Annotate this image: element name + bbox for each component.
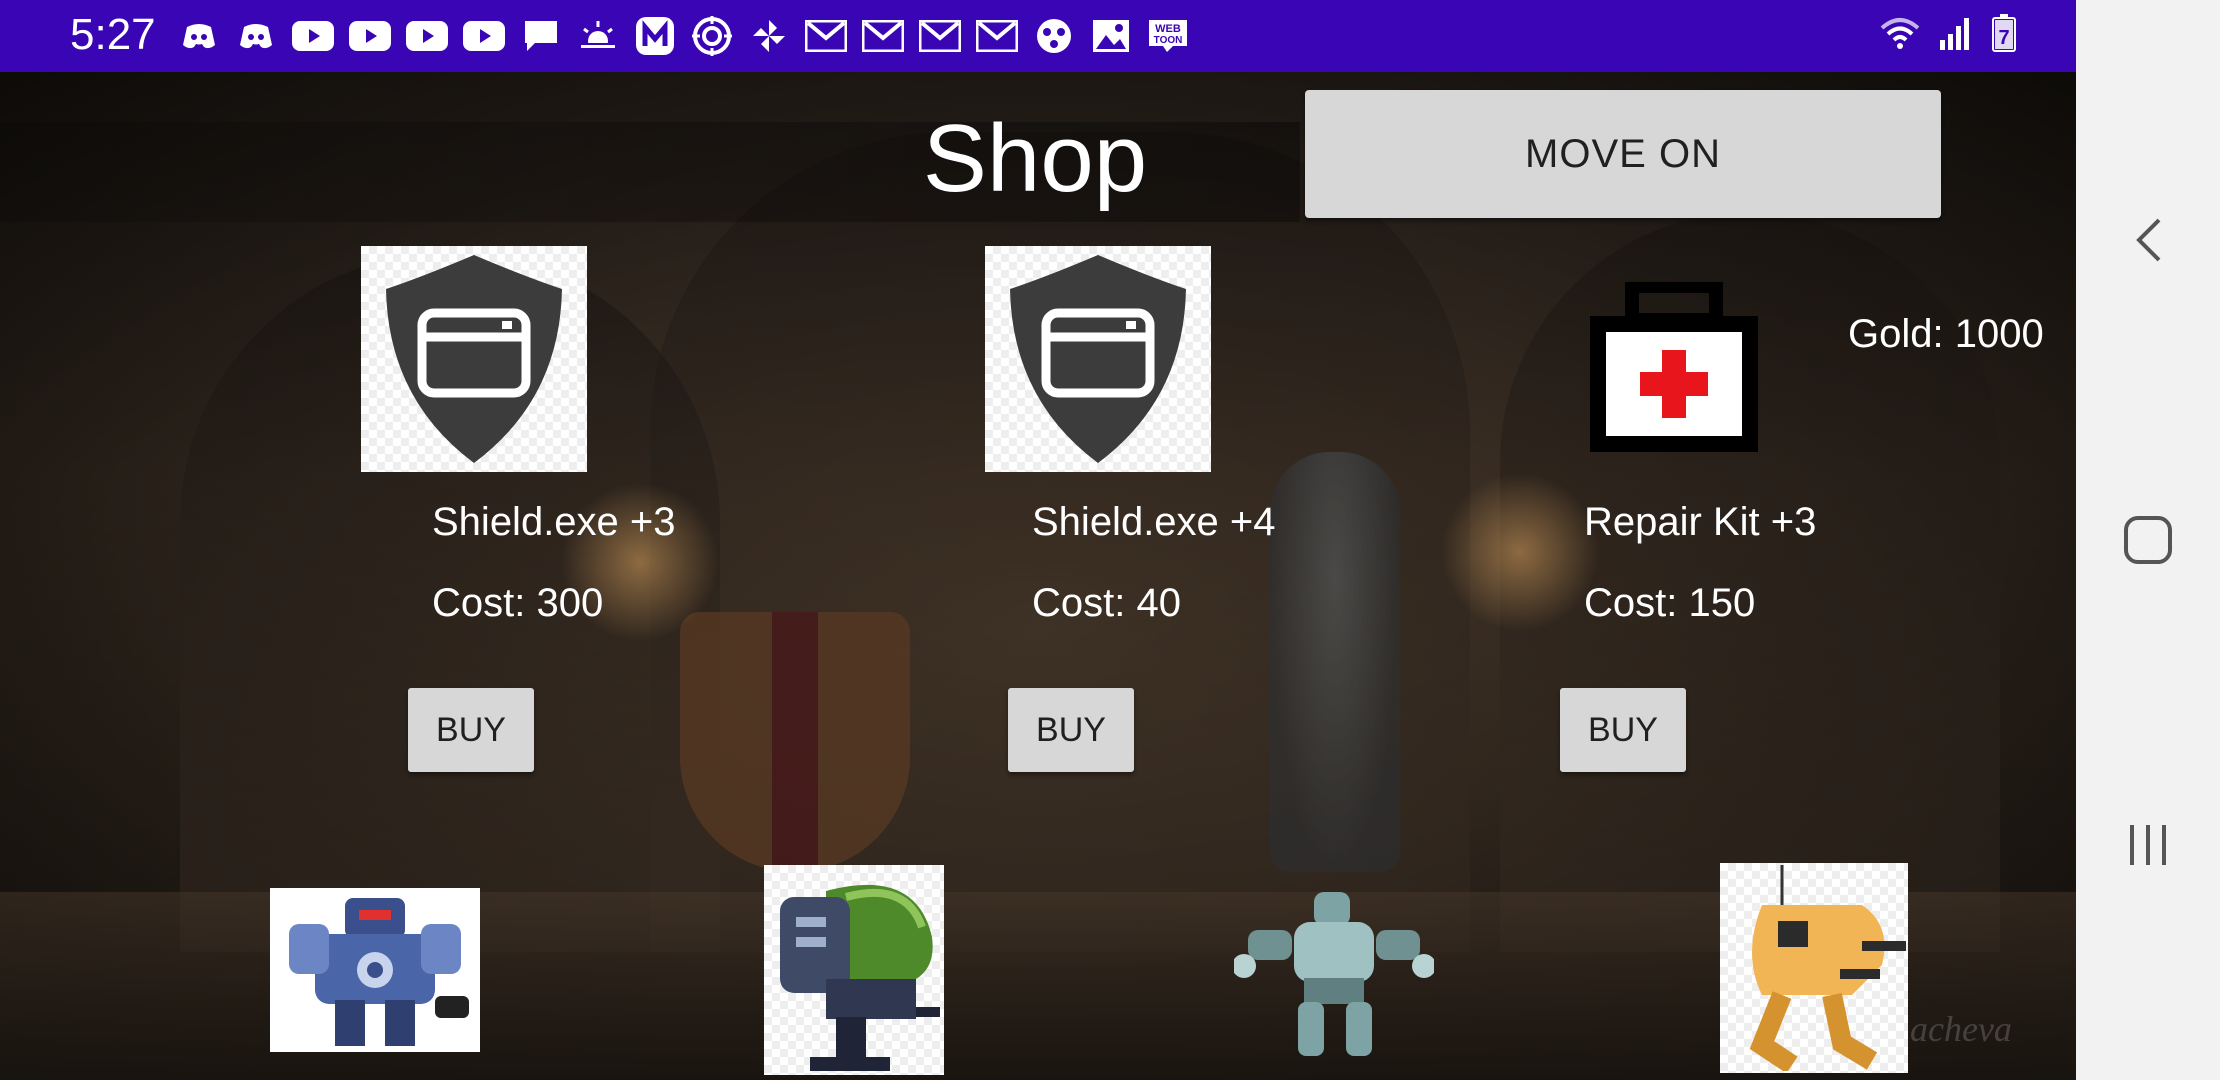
repair-kit-icon (1588, 279, 1760, 454)
buy-button[interactable]: BUY (408, 688, 534, 772)
status-bar: 5:27 WEB TOON 7 (0, 0, 2076, 72)
status-time: 5:27 (70, 10, 156, 59)
discord-icon (178, 16, 220, 56)
svg-text:TOON: TOON (1154, 35, 1183, 46)
pinwheel-icon (748, 16, 790, 56)
youtube-icon (349, 16, 391, 56)
shop-item-name: Shield.exe +3 (432, 500, 676, 544)
youtube-icon (292, 16, 334, 56)
svg-text:7: 7 (1998, 27, 2009, 49)
status-right-icons: 7 (1880, 14, 2016, 57)
recent-apps-button[interactable] (2118, 815, 2178, 875)
navigation-bar (2076, 0, 2220, 1080)
notification-icons: WEB TOON (178, 16, 1189, 56)
shop-item-name: Repair Kit +3 (1584, 500, 1817, 544)
shop-scene: Shop MOVE ON Gold: 1000 Shield.exe +3 Co… (0, 72, 2076, 1080)
shield-icon (386, 255, 562, 463)
shop-item-image (361, 246, 587, 472)
party-robot-steel-humanoid (1234, 882, 1434, 1062)
shop-item-cost: Cost: 150 (1584, 581, 1756, 625)
target-app-icon (691, 16, 733, 56)
back-chevron-icon (2136, 218, 2161, 262)
gold-counter: Gold: 1000 (1848, 312, 2044, 356)
message-icon (520, 16, 562, 56)
shop-item-cost: Cost: 40 (1032, 581, 1181, 625)
shop-item-name: Shield.exe +4 (1032, 500, 1276, 544)
shop-item-cost: Cost: 300 (432, 581, 604, 625)
battery-icon: 7 (1992, 14, 2016, 57)
background-wooden-shield (680, 612, 910, 872)
wifi-icon (1880, 16, 1920, 55)
webtoon-icon: WEB TOON (1147, 16, 1189, 56)
party-robot-yellow-walker (1720, 863, 1908, 1073)
signal-icon (1938, 16, 1974, 55)
gallery-icon (1090, 16, 1132, 56)
background-knight-armor (1270, 452, 1400, 872)
gmail-icon (919, 16, 961, 56)
youtube-icon (406, 16, 448, 56)
party-robot-blue-mech (270, 888, 480, 1052)
weather-icon (577, 16, 619, 56)
m-app-icon (634, 16, 676, 56)
gmail-icon (805, 16, 847, 56)
game-icon (1033, 16, 1075, 56)
page-title: Shop (922, 105, 1148, 212)
recent-apps-icon (2130, 825, 2166, 865)
move-on-button[interactable]: MOVE ON (1305, 90, 1941, 218)
background-torch-glow-right (1440, 472, 1600, 632)
gmail-icon (976, 16, 1018, 56)
home-button[interactable] (2118, 510, 2178, 570)
party-robot-green-dome (764, 865, 944, 1075)
gmail-icon (862, 16, 904, 56)
svg-text:WEB: WEB (1155, 23, 1181, 35)
shop-item-image (985, 246, 1211, 472)
discord-icon (235, 16, 277, 56)
buy-button[interactable]: BUY (1008, 688, 1134, 772)
buy-button[interactable]: BUY (1560, 688, 1686, 772)
artist-watermark: acheva (1910, 1009, 2012, 1049)
home-square-icon (2124, 516, 2172, 564)
youtube-icon (463, 16, 505, 56)
back-button[interactable] (2118, 210, 2178, 270)
shield-icon (1010, 255, 1186, 463)
